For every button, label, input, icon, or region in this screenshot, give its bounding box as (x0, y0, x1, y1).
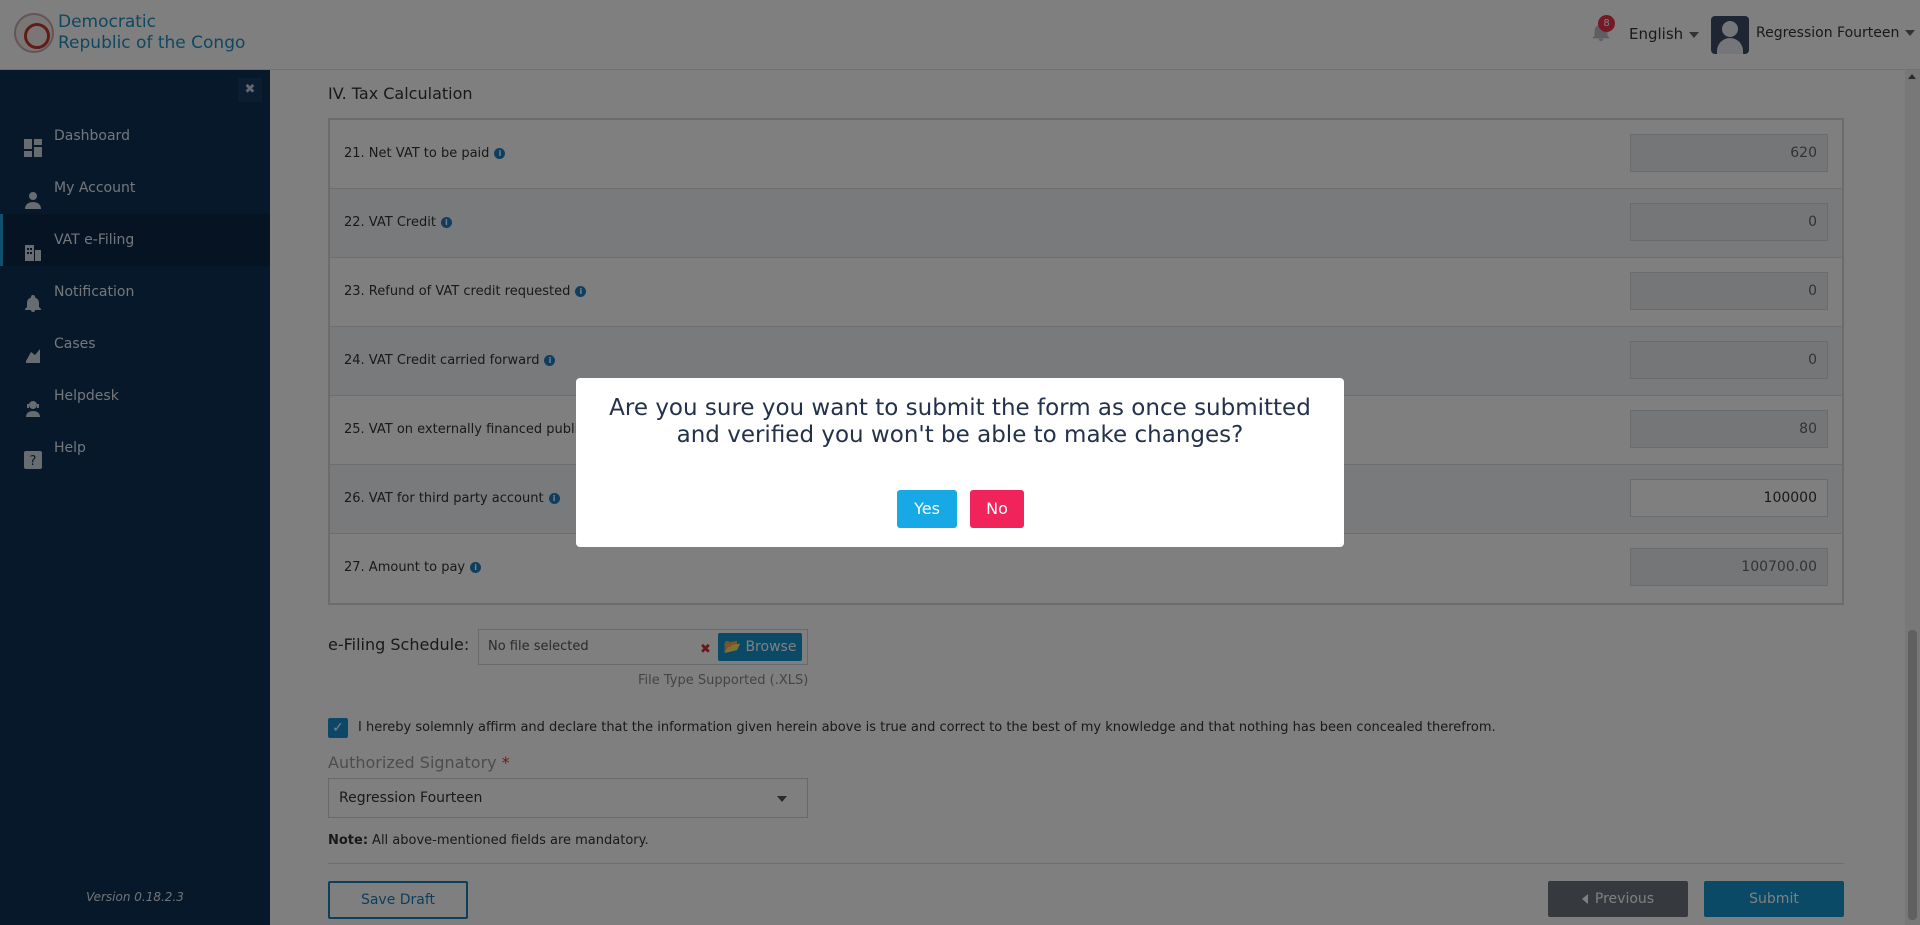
no-button[interactable]: No (970, 490, 1024, 528)
dialog-message: Are you sure you want to submit the form… (609, 395, 1311, 448)
yes-button[interactable]: Yes (897, 490, 957, 528)
confirm-submit-dialog: Are you sure you want to submit the form… (576, 378, 1344, 547)
